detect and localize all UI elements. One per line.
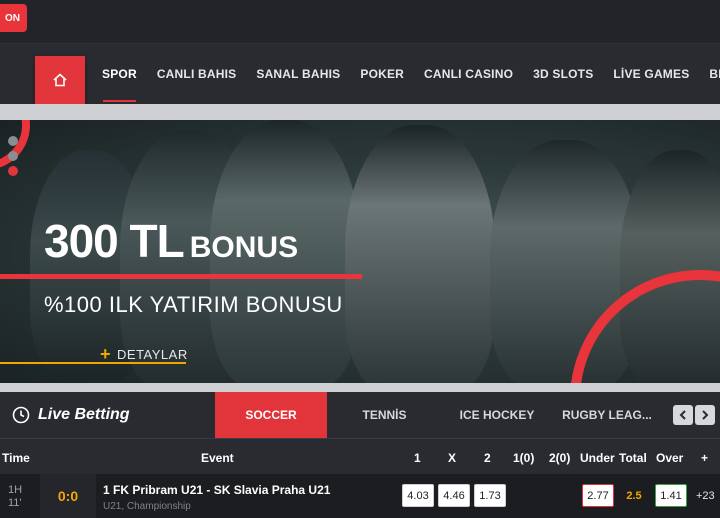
table-row[interactable]: 1H 11' 0:0 1 FK Pribram U21 - SK Slavia …	[0, 474, 720, 518]
nav-item-canli-bahis[interactable]: CANLI BAHIS	[147, 67, 247, 81]
col-1-0: 1(0)	[513, 451, 535, 465]
top-bar: ON	[0, 0, 720, 44]
sport-tabs: SOCCER TENNİS ICE HOCKEY RUGBY LEAG...	[215, 392, 662, 438]
nav-item-sanal-bahis[interactable]: SANAL BAHIS	[246, 67, 350, 81]
banner-bonus-word: BONUS	[189, 231, 299, 264]
odd-2-button[interactable]: 1.73	[474, 484, 506, 507]
live-betting-title: Live Betting	[12, 392, 130, 438]
col-total: Total	[619, 451, 647, 465]
total-value: 2.5	[626, 489, 642, 502]
col-over: Over	[656, 451, 684, 465]
tabs-next-button[interactable]	[695, 405, 715, 425]
odd-over-button[interactable]: 1.41	[655, 484, 687, 507]
match-time: 1H 11'	[8, 484, 22, 510]
banner-divider	[0, 274, 362, 279]
slider-dot[interactable]	[8, 151, 18, 161]
banner-amount: 300 TL	[44, 215, 185, 267]
tab-rugby-league[interactable]: RUGBY LEAG...	[552, 392, 662, 438]
nav-item-canli-casino[interactable]: CANLI CASINO	[414, 67, 523, 81]
login-button[interactable]: ON	[0, 4, 27, 32]
col-x: X	[448, 451, 457, 465]
live-betting-label: Live Betting	[38, 406, 130, 423]
banner-subtitle: %100 ILK YATIRIM BONUSU	[44, 292, 343, 317]
tabs-prev-button[interactable]	[673, 405, 693, 425]
col-2: 2	[484, 451, 491, 465]
tab-tennis[interactable]: TENNİS	[327, 392, 442, 438]
slider-dots	[8, 136, 18, 176]
event-name[interactable]: 1 FK Pribram U21 - SK Slavia Praha U21	[103, 483, 330, 497]
col-2-0: 2(0)	[549, 451, 571, 465]
nav-item-poker[interactable]: POKER	[350, 67, 414, 81]
col-event: Event	[201, 451, 234, 465]
event-league: U21, Championship	[103, 501, 191, 512]
odd-under-button[interactable]: 2.77	[582, 484, 614, 507]
nav-item-bingo[interactable]: BINGO	[699, 67, 720, 81]
nav-item-live-games[interactable]: LİVE GAMES	[603, 67, 699, 81]
col-1: 1	[414, 451, 421, 465]
slider-dot[interactable]	[8, 136, 18, 146]
odd-x-button[interactable]: 4.46	[438, 484, 470, 507]
match-period: 1H	[8, 484, 23, 496]
tab-soccer[interactable]: SOCCER	[215, 392, 327, 438]
col-more: +	[701, 451, 709, 465]
banner-details-label: DETAYLAR	[117, 347, 188, 362]
banner-player-image	[345, 125, 495, 383]
clock-icon	[12, 406, 30, 424]
nav-item-spor[interactable]: SPOR	[92, 67, 147, 102]
col-time: Time	[2, 451, 30, 465]
home-button[interactable]	[35, 56, 85, 104]
home-icon	[53, 73, 67, 87]
chevron-left-icon	[679, 410, 686, 420]
match-minute: 11'	[8, 497, 22, 509]
nav-items: SPOR CANLI BAHIS SANAL BAHIS POKER CANLI…	[92, 44, 720, 104]
banner-title: 300 TL BONUS	[44, 218, 298, 264]
nav-divider	[0, 104, 720, 120]
page: ON SPOR CANLI BAHIS SANAL BAHIS POKER CA…	[0, 0, 720, 518]
col-under: Under	[580, 451, 615, 465]
match-score: 0:0	[40, 474, 96, 518]
odds-table-header: Time Event 1 X 2 1(0) 2(0) Under Total O…	[0, 438, 720, 474]
banner-details-underline	[0, 362, 186, 364]
promo-banner[interactable]: 300 TL BONUS %100 ILK YATIRIM BONUSU + DE…	[0, 120, 720, 383]
section-divider	[0, 383, 720, 392]
chevron-right-icon	[702, 410, 709, 420]
more-markets-link[interactable]: +23	[696, 490, 715, 502]
tab-ice-hockey[interactable]: ICE HOCKEY	[442, 392, 552, 438]
main-nav: SPOR CANLI BAHIS SANAL BAHIS POKER CANLI…	[0, 44, 720, 104]
nav-item-3d-slots[interactable]: 3D SLOTS	[523, 67, 603, 81]
live-betting-header: Live Betting SOCCER TENNİS ICE HOCKEY RU…	[0, 392, 720, 438]
slider-dot-active[interactable]	[8, 166, 18, 176]
odd-1-button[interactable]: 4.03	[402, 484, 434, 507]
